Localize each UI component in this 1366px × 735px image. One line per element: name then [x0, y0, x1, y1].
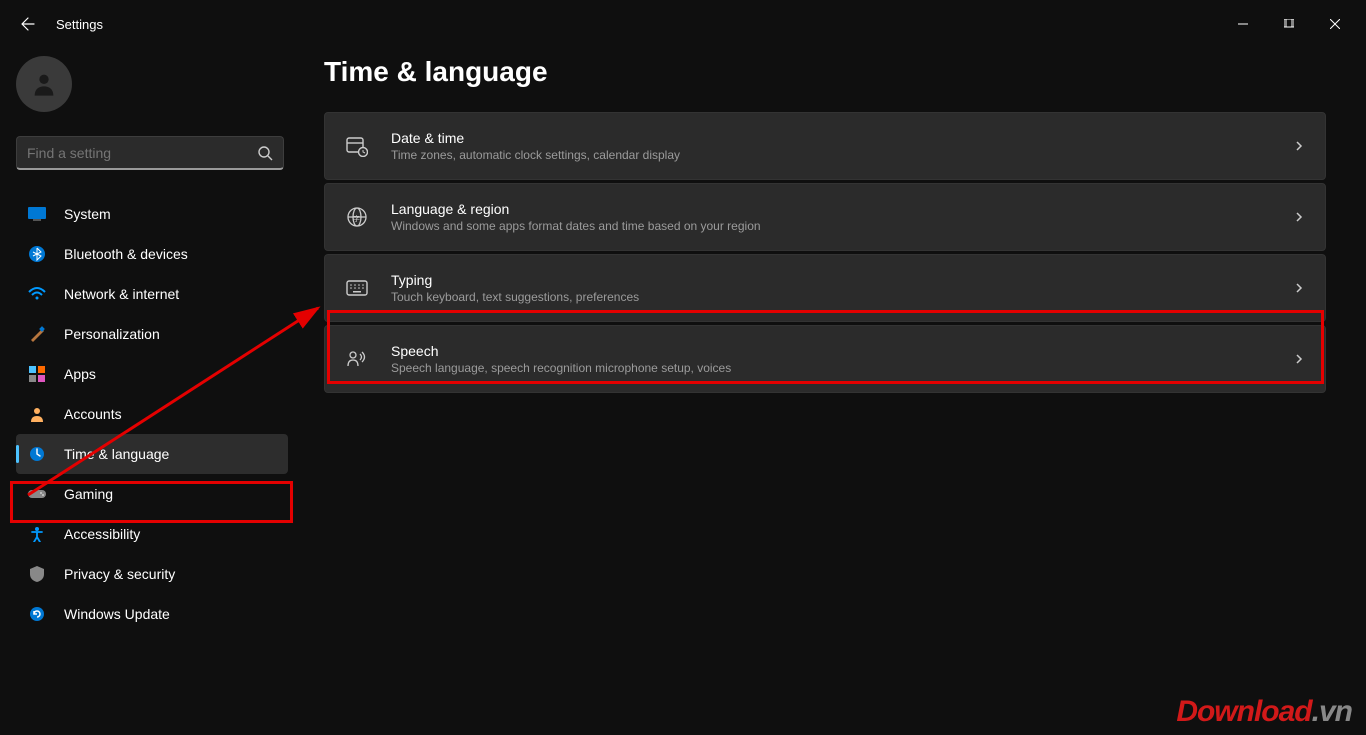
sidebar-item-label: Accounts: [64, 406, 122, 422]
minimize-button[interactable]: [1220, 8, 1266, 40]
chevron-right-icon: [1293, 140, 1305, 152]
main-content: Time & language Date & time Time zones, …: [300, 48, 1366, 735]
globe-language-icon: 字: [345, 205, 369, 229]
sidebar-item-accessibility[interactable]: Accessibility: [16, 514, 288, 554]
nav-list: System Bluetooth & devices Network & int…: [16, 194, 288, 634]
sidebar-item-label: Apps: [64, 366, 96, 382]
clock-globe-icon: [28, 445, 46, 463]
setting-item-typing[interactable]: Typing Touch keyboard, text suggestions,…: [324, 254, 1326, 322]
sidebar-item-label: Windows Update: [64, 606, 170, 622]
search-box[interactable]: [16, 136, 284, 170]
setting-text: Language & region Windows and some apps …: [391, 201, 1293, 233]
setting-title: Typing: [391, 272, 1293, 288]
back-arrow-icon: [20, 16, 36, 32]
setting-item-date-time[interactable]: Date & time Time zones, automatic clock …: [324, 112, 1326, 180]
setting-title: Speech: [391, 343, 1293, 359]
titlebar: Settings: [0, 0, 1366, 48]
speech-icon: [345, 347, 369, 371]
sidebar-item-personalization[interactable]: Personalization: [16, 314, 288, 354]
calendar-clock-icon: [345, 134, 369, 158]
chevron-right-icon: [1293, 282, 1305, 294]
setting-desc: Windows and some apps format dates and t…: [391, 219, 1293, 233]
accessibility-icon: [28, 525, 46, 543]
setting-desc: Speech language, speech recognition micr…: [391, 361, 1293, 375]
svg-text:字: 字: [353, 214, 360, 223]
wifi-icon: [28, 285, 46, 303]
minimize-icon: [1238, 19, 1248, 29]
bluetooth-icon: [28, 245, 46, 263]
sidebar: System Bluetooth & devices Network & int…: [0, 48, 300, 735]
sidebar-item-label: Gaming: [64, 486, 113, 502]
watermark: Download.vn: [1176, 695, 1352, 729]
accounts-icon: [28, 405, 46, 423]
page-title: Time & language: [324, 56, 1326, 88]
update-icon: [28, 605, 46, 623]
search-icon: [257, 145, 273, 161]
setting-text: Date & time Time zones, automatic clock …: [391, 130, 1293, 162]
sidebar-item-accounts[interactable]: Accounts: [16, 394, 288, 434]
sidebar-item-network[interactable]: Network & internet: [16, 274, 288, 314]
shield-icon: [28, 565, 46, 583]
chevron-right-icon: [1293, 211, 1305, 223]
sidebar-item-label: Bluetooth & devices: [64, 246, 188, 262]
sidebar-item-label: Privacy & security: [64, 566, 175, 582]
settings-list: Date & time Time zones, automatic clock …: [324, 112, 1326, 393]
search-input[interactable]: [27, 145, 257, 161]
close-icon: [1330, 19, 1340, 29]
sidebar-item-label: Network & internet: [64, 286, 179, 302]
brush-icon: [28, 325, 46, 343]
chevron-right-icon: [1293, 353, 1305, 365]
setting-text: Speech Speech language, speech recogniti…: [391, 343, 1293, 375]
sidebar-item-time-language[interactable]: Time & language: [16, 434, 288, 474]
sidebar-item-apps[interactable]: Apps: [16, 354, 288, 394]
sidebar-item-bluetooth[interactable]: Bluetooth & devices: [16, 234, 288, 274]
keyboard-icon: [345, 276, 369, 300]
sidebar-item-system[interactable]: System: [16, 194, 288, 234]
sidebar-item-label: System: [64, 206, 111, 222]
apps-icon: [28, 365, 46, 383]
setting-item-speech[interactable]: Speech Speech language, speech recogniti…: [324, 325, 1326, 393]
close-button[interactable]: [1312, 8, 1358, 40]
setting-title: Date & time: [391, 130, 1293, 146]
window-title: Settings: [56, 17, 103, 32]
maximize-icon: [1284, 19, 1294, 29]
window-controls: [1220, 8, 1358, 40]
sidebar-item-label: Time & language: [64, 446, 169, 462]
sidebar-item-label: Personalization: [64, 326, 160, 342]
setting-desc: Time zones, automatic clock settings, ca…: [391, 148, 1293, 162]
person-icon: [30, 70, 58, 98]
sidebar-item-privacy[interactable]: Privacy & security: [16, 554, 288, 594]
setting-desc: Touch keyboard, text suggestions, prefer…: [391, 290, 1293, 304]
sidebar-item-windows-update[interactable]: Windows Update: [16, 594, 288, 634]
setting-text: Typing Touch keyboard, text suggestions,…: [391, 272, 1293, 304]
system-icon: [28, 205, 46, 223]
setting-item-language-region[interactable]: 字 Language & region Windows and some app…: [324, 183, 1326, 251]
gaming-icon: [28, 485, 46, 503]
sidebar-item-label: Accessibility: [64, 526, 140, 542]
sidebar-item-gaming[interactable]: Gaming: [16, 474, 288, 514]
back-button[interactable]: [8, 4, 48, 44]
user-avatar[interactable]: [16, 56, 72, 112]
maximize-button[interactable]: [1266, 8, 1312, 40]
setting-title: Language & region: [391, 201, 1293, 217]
